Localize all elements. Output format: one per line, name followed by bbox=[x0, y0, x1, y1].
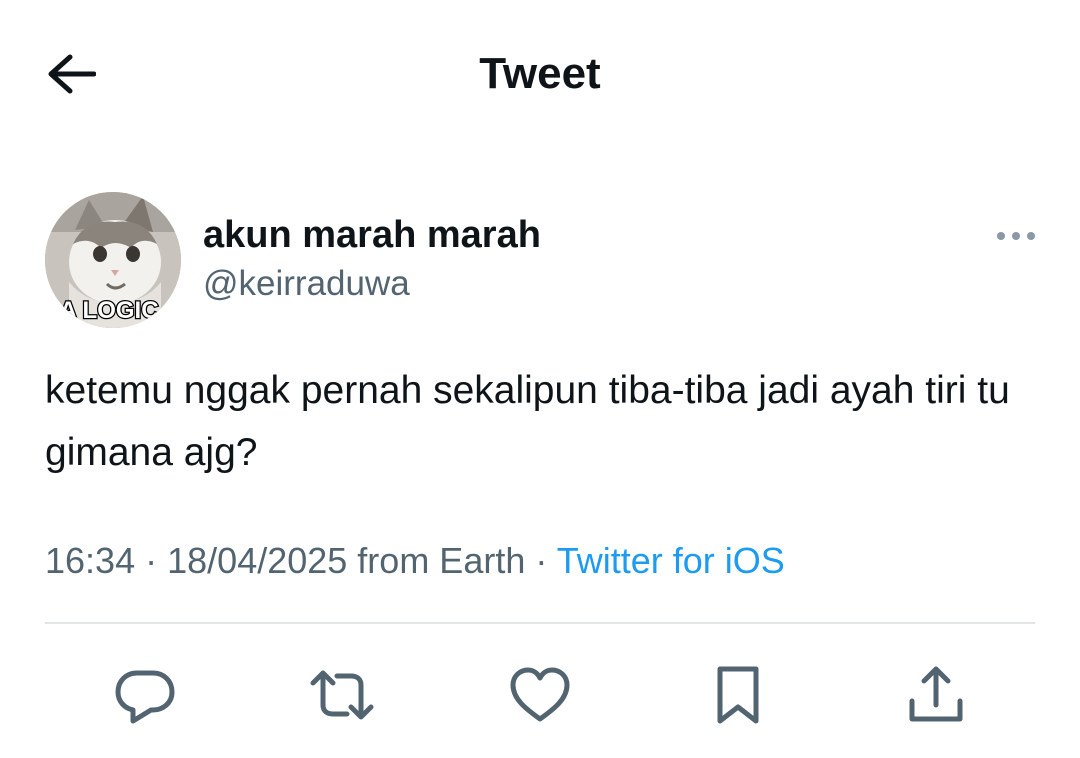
avatar-image: A LOGIC bbox=[45, 192, 181, 328]
retweet-icon bbox=[307, 663, 377, 727]
divider bbox=[45, 622, 1035, 624]
tweet-meta: 16:34 · 18/04/2025 from Earth · Twitter … bbox=[45, 536, 785, 586]
share-icon bbox=[906, 663, 966, 727]
more-button[interactable] bbox=[990, 220, 1042, 252]
bookmark-icon bbox=[712, 663, 764, 727]
share-button[interactable] bbox=[896, 655, 976, 735]
top-bar: Tweet bbox=[0, 0, 1080, 150]
tweet-source-link[interactable]: Twitter for iOS bbox=[557, 540, 785, 581]
retweet-button[interactable] bbox=[302, 655, 382, 735]
author-handle[interactable]: @keirraduwa bbox=[203, 262, 410, 306]
tweet-time[interactable]: 16:34 bbox=[45, 540, 135, 581]
reply-icon bbox=[113, 663, 177, 727]
page-title: Tweet bbox=[479, 49, 601, 98]
like-button[interactable] bbox=[500, 655, 580, 735]
meta-separator: · bbox=[145, 540, 158, 581]
more-horizontal-icon bbox=[996, 231, 1036, 241]
tweet-text: ketemu nggak pernah sekalipun tiba-tiba … bbox=[45, 369, 1010, 474]
tweet-date-location[interactable]: 18/04/2025 from Earth bbox=[167, 540, 525, 581]
heart-icon bbox=[508, 665, 572, 725]
avatar-caption: A LOGIC bbox=[59, 297, 158, 324]
tweet-actions bbox=[0, 655, 1080, 735]
avatar[interactable]: A LOGIC bbox=[45, 192, 181, 328]
author-name[interactable]: akun marah marah bbox=[203, 212, 541, 258]
meta-separator: · bbox=[535, 540, 548, 581]
reply-button[interactable] bbox=[105, 655, 185, 735]
bookmark-button[interactable] bbox=[698, 655, 778, 735]
